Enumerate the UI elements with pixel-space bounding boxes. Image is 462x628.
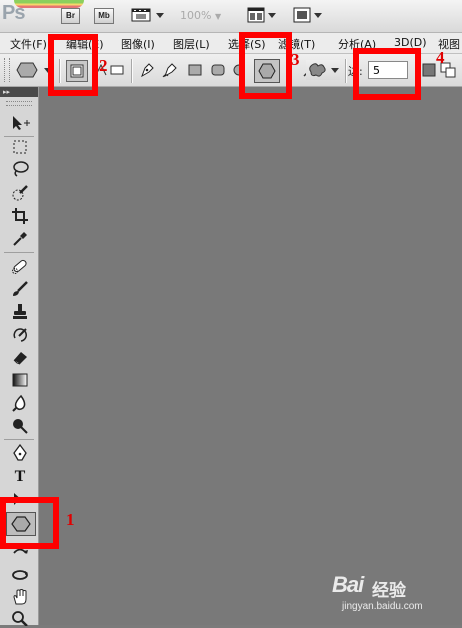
dodge-tool[interactable] [8,416,32,436]
freeform-pen-tool-option[interactable] [160,60,180,80]
chevron-down-icon [313,12,322,18]
annotation-box-1 [0,497,59,549]
chevron-down-icon [155,12,164,18]
launch-mini-bridge-button[interactable]: Mb [94,8,114,24]
freeform-pen-icon [162,63,177,78]
pen-tool-option[interactable] [137,60,157,80]
options-bar-grip[interactable] [4,58,10,82]
band-aid-icon [12,259,27,274]
gradient-tool[interactable] [8,370,32,390]
eraser-icon [13,352,27,365]
move-tool[interactable] [8,113,32,133]
zoom-tool[interactable] [8,608,32,628]
combine-shapes-icon [422,63,436,77]
type-tool[interactable]: T [8,467,32,487]
fill-pixels-mode-button[interactable] [109,60,125,80]
magnifier-icon [12,611,28,626]
polygon-preset-icon [16,62,38,78]
eraser-tool[interactable] [8,347,32,367]
screen-mode-dropdown[interactable] [290,6,324,24]
3d-orbit-icon [12,570,28,580]
menu-file[interactable]: 文件(F) [10,36,47,52]
separator [131,59,132,83]
history-brush-icon [13,328,27,342]
watermark-url: jingyan.baidu.com [342,601,423,612]
film-strip-icon [131,8,150,22]
toolbox-collapse-handle[interactable]: ▸▸ [0,87,38,97]
annotation-label-4: 4 [436,48,445,67]
rectangular-marquee-icon [13,140,27,154]
move-arrow-icon [13,116,30,130]
crop-icon [12,208,28,224]
document-canvas-area[interactable] [39,87,462,625]
spot-healing-tool[interactable] [8,256,32,276]
zoom-level-value: 100% [180,9,212,22]
arrange-documents-icon [247,7,264,23]
annotation-label-1: 1 [66,510,75,529]
photoshop-logo: Ps [2,2,25,24]
lasso-icon [13,161,29,177]
zoom-level-dropdown[interactable]: 100% ▼ [180,9,221,22]
pen-icon [141,63,154,78]
watermark-brand: Bai [332,572,364,597]
pen-tool[interactable] [8,443,32,463]
custom-shape-icon [308,63,326,77]
annotation-box-2 [48,34,98,96]
quick-selection-tool[interactable] [8,183,32,203]
toolbox-grip[interactable] [6,101,32,106]
crop-tool[interactable] [8,206,32,226]
menu-image[interactable]: 图像(I) [121,36,155,52]
baidu-jingyan-watermark: Bai 经验 jingyan.baidu.com [332,572,460,618]
hand-icon [13,589,27,605]
view-extras-dropdown[interactable] [130,6,164,24]
watermark-brand-suffix: 经验 [372,581,406,601]
annotation-label-2: 2 [99,56,108,75]
separator [345,59,346,83]
stamp-icon [13,304,27,319]
brush-tool[interactable] [8,279,32,299]
hand-tool[interactable] [8,587,32,607]
eyedropper-tool[interactable] [8,229,32,249]
chevron-down-icon [267,12,276,18]
rectangle-icon [188,64,202,76]
tool-separator [4,252,34,253]
marquee-tool[interactable] [8,137,32,157]
tool-separator [4,439,34,440]
arrange-documents-dropdown[interactable] [244,6,278,24]
brush-icon [13,281,28,296]
water-drop-icon [12,394,26,412]
lasso-tool[interactable] [8,159,32,179]
menu-layer[interactable]: 图层(L) [173,36,210,52]
rounded-rectangle-tool-option[interactable] [209,60,227,80]
rounded-rectangle-icon [211,64,225,76]
annotation-box-4 [353,48,421,100]
fill-pixels-icon [110,65,124,75]
annotation-box-3 [239,32,292,99]
3d-orbit-tool[interactable] [8,565,32,585]
quick-selection-icon [12,185,28,201]
blur-tool[interactable] [8,393,32,413]
pen-nib-icon [13,444,27,461]
custom-shape-tool-option[interactable] [306,60,340,80]
launch-bridge-button[interactable]: Br [61,8,80,24]
eyedropper-icon [13,232,27,246]
magnifier-dodge-icon [13,419,28,434]
gradient-icon [12,373,28,387]
screen-mode-icon [293,7,310,23]
annotation-label-3: 3 [291,50,300,69]
type-t-icon: T [14,468,26,485]
clone-stamp-tool[interactable] [8,302,32,322]
chevron-down-icon [330,67,339,73]
history-brush-tool[interactable] [8,325,32,345]
rectangle-tool-option[interactable] [186,60,204,80]
